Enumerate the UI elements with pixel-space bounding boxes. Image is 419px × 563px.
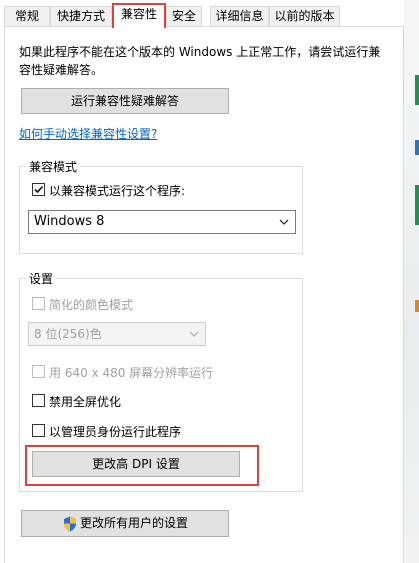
color-mode-select[interactable]: 8 位(256)色 <box>28 322 206 346</box>
run-as-admin-label: 以管理员身份运行此程序 <box>49 425 182 439</box>
checkmark-icon <box>34 185 44 194</box>
intro-text-line1: 如果此程序不能在这个版本的 Windows 上正常工作，请尝试运行兼 <box>19 45 381 59</box>
change-all-users-label: 更改所有用户的设置 <box>80 516 189 530</box>
compat-mode-label: 以兼容模式运行这个程序: <box>49 184 186 198</box>
tab-details[interactable]: 详细信息 <box>210 6 269 26</box>
manual-settings-link[interactable]: 如何手动选择兼容性设置? <box>19 125 157 142</box>
run-as-admin-checkbox[interactable] <box>32 424 45 437</box>
reduced-color-label: 简化的颜色模式 <box>49 298 134 312</box>
tab-security[interactable]: 安全 <box>166 6 202 26</box>
disable-fullscreen-label: 禁用全屏优化 <box>49 395 122 409</box>
settings-title: 设置 <box>26 270 57 287</box>
resolution-label: 用 640 x 480 屏幕分辨率运行 <box>49 366 214 380</box>
color-mode-value: 8 位(256)色 <box>34 327 102 341</box>
os-version-select[interactable]: Windows 8 <box>28 210 296 234</box>
tab-previous-versions[interactable]: 以前的版本 <box>269 6 340 26</box>
background-color-strip <box>415 300 419 312</box>
os-version-value: Windows 8 <box>34 214 105 229</box>
background-window-edge <box>404 0 419 563</box>
reduced-color-checkbox[interactable] <box>32 297 45 310</box>
chevron-down-icon <box>189 331 199 337</box>
intro-text-line2: 容性疑难解答。 <box>19 63 104 77</box>
run-troubleshooter-button[interactable]: 运行兼容性疑难解答 <box>21 88 229 114</box>
tab-compatibility[interactable]: 兼容性 <box>112 3 166 28</box>
tab-general[interactable]: 常规 <box>4 6 50 26</box>
change-all-users-button[interactable]: 更改所有用户的设置 <box>21 510 229 537</box>
background-color-strip <box>415 140 419 155</box>
tab-strip: 常规 快捷方式 兼容性 安全 详细信息 以前的版本 <box>0 0 404 28</box>
change-dpi-button[interactable]: 更改高 DPI 设置 <box>32 451 240 477</box>
disable-fullscreen-checkbox[interactable] <box>32 394 45 407</box>
chevron-down-icon <box>279 219 289 225</box>
compat-mode-title: 兼容模式 <box>26 158 81 175</box>
uac-shield-icon <box>64 516 76 532</box>
background-color-strip <box>415 75 419 105</box>
compat-mode-checkbox[interactable] <box>32 183 45 196</box>
background-color-strip <box>415 185 419 225</box>
resolution-checkbox[interactable] <box>32 365 45 378</box>
tab-shortcut[interactable]: 快捷方式 <box>50 6 112 26</box>
